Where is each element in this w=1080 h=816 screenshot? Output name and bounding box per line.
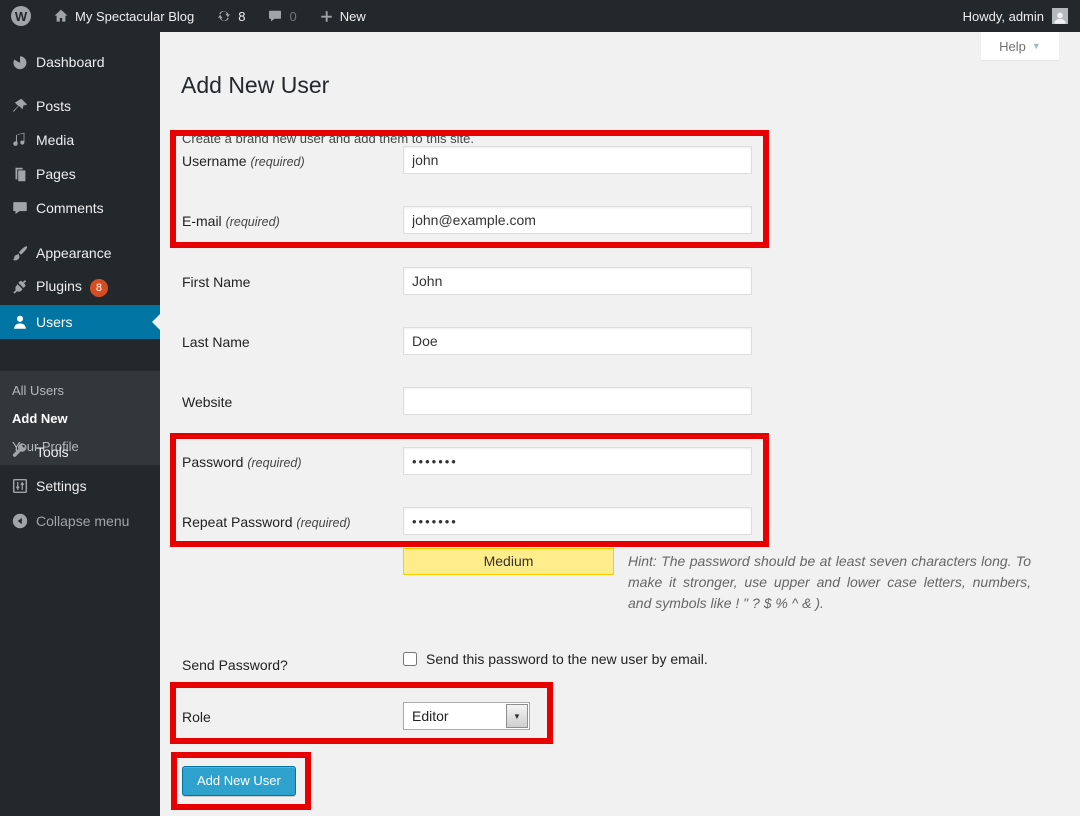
plus-icon bbox=[319, 9, 334, 24]
avatar bbox=[1052, 8, 1068, 24]
paintbrush-icon bbox=[10, 243, 30, 263]
sidebar-item-comments[interactable]: Comments bbox=[0, 191, 160, 225]
update-icon bbox=[216, 8, 232, 24]
password-label: Password bbox=[182, 454, 243, 470]
account-menu[interactable]: Howdy, admin bbox=[963, 0, 1080, 32]
required-note: (required) bbox=[247, 456, 301, 470]
send-password-option: Send this password to the new user by em… bbox=[403, 651, 708, 667]
add-new-user-button[interactable]: Add New User bbox=[182, 766, 296, 796]
pages-icon bbox=[10, 164, 30, 184]
send-password-label: Send Password? bbox=[182, 657, 288, 673]
sidebar-item-appearance[interactable]: Appearance bbox=[0, 236, 160, 270]
website-label: Website bbox=[182, 394, 232, 410]
required-note: (required) bbox=[250, 155, 304, 169]
password-input[interactable] bbox=[403, 447, 752, 475]
email-label: E-mail bbox=[182, 213, 222, 229]
sidebar: Dashboard Posts Media Pages Comments bbox=[0, 32, 160, 816]
sidebar-item-pages[interactable]: Pages bbox=[0, 157, 160, 191]
comment-count: 0 bbox=[289, 9, 296, 24]
new-content-menu[interactable]: New bbox=[308, 0, 377, 32]
comments-icon bbox=[10, 198, 30, 218]
dashboard-icon bbox=[10, 52, 30, 72]
sidebar-item-posts[interactable]: Posts bbox=[0, 89, 160, 123]
sidebar-item-plugins[interactable]: Plugins8 bbox=[0, 270, 160, 304]
website-input[interactable] bbox=[403, 387, 752, 415]
user-icon bbox=[10, 312, 30, 332]
page-subtitle: Create a brand new user and add them to … bbox=[182, 131, 474, 146]
username-input[interactable] bbox=[403, 146, 752, 174]
password-hint: Hint: The password should be at least se… bbox=[365, 551, 1031, 614]
collapse-icon bbox=[10, 511, 30, 531]
page-title: Add New User bbox=[181, 72, 329, 99]
site-name-link[interactable]: My Spectacular Blog bbox=[42, 0, 205, 32]
required-note: (required) bbox=[296, 516, 350, 530]
send-password-checkbox[interactable] bbox=[403, 652, 417, 666]
chevron-down-icon: ▼ bbox=[1032, 41, 1041, 51]
new-label: New bbox=[340, 9, 366, 24]
pushpin-icon bbox=[10, 96, 30, 116]
last-name-input[interactable] bbox=[403, 327, 752, 355]
wordpress-logo-menu[interactable]: W bbox=[0, 0, 42, 32]
sidebar-item-tools[interactable]: Tools bbox=[0, 435, 160, 469]
plugin-icon bbox=[10, 277, 30, 297]
wrench-icon bbox=[10, 442, 30, 462]
repeat-password-label: Repeat Password bbox=[182, 514, 293, 530]
sidebar-item-users[interactable]: Users bbox=[0, 305, 160, 339]
chevron-down-icon: ▼ bbox=[506, 704, 528, 728]
update-count: 8 bbox=[238, 9, 245, 24]
first-name-input[interactable] bbox=[403, 267, 752, 295]
home-icon bbox=[53, 8, 69, 24]
sidebar-item-settings[interactable]: Settings bbox=[0, 469, 160, 503]
updates-link[interactable]: 8 bbox=[205, 0, 256, 32]
sidebar-item-media[interactable]: Media bbox=[0, 123, 160, 157]
repeat-password-input[interactable] bbox=[403, 507, 752, 535]
sidebar-item-add-new[interactable]: Add New bbox=[0, 405, 160, 433]
first-name-label: First Name bbox=[182, 274, 250, 290]
wordpress-admin-page: W My Spectacular Blog 8 0 bbox=[0, 0, 1080, 816]
site-name: My Spectacular Blog bbox=[75, 9, 194, 24]
wordpress-logo-icon: W bbox=[11, 6, 31, 26]
role-select[interactable]: Editor ▼ bbox=[403, 702, 530, 730]
collapse-menu-button[interactable]: Collapse menu bbox=[0, 504, 160, 538]
howdy-text: Howdy, admin bbox=[963, 9, 1044, 24]
username-label: Username bbox=[182, 153, 247, 169]
last-name-label: Last Name bbox=[182, 334, 250, 350]
comments-link[interactable]: 0 bbox=[256, 0, 307, 32]
sidebar-item-dashboard[interactable]: Dashboard bbox=[0, 45, 160, 79]
email-input[interactable] bbox=[403, 206, 752, 234]
role-selected-value: Editor bbox=[404, 708, 506, 724]
role-label: Role bbox=[182, 709, 211, 725]
plugins-update-badge: 8 bbox=[90, 279, 108, 297]
main-content: Help ▼ Add New User Create a brand new u… bbox=[160, 32, 1080, 816]
settings-icon bbox=[10, 476, 30, 496]
required-note: (required) bbox=[226, 215, 280, 229]
send-password-checkbox-label: Send this password to the new user by em… bbox=[426, 651, 708, 667]
admin-bar: W My Spectacular Blog 8 0 bbox=[0, 0, 1080, 32]
help-button[interactable]: Help ▼ bbox=[981, 32, 1059, 60]
comment-icon bbox=[267, 8, 283, 24]
sidebar-item-all-users[interactable]: All Users bbox=[0, 377, 160, 405]
media-icon bbox=[10, 130, 30, 150]
